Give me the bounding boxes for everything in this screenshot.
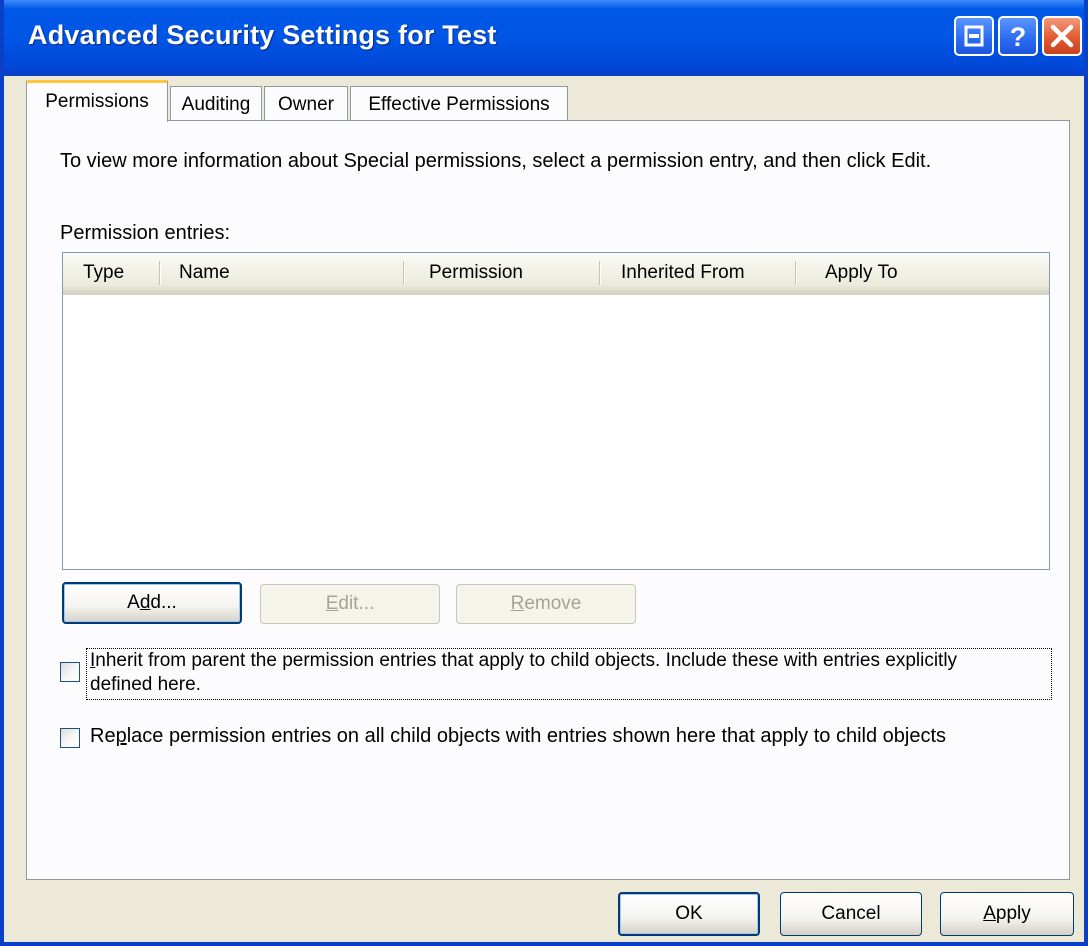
tab-permissions-label: Permissions	[45, 91, 149, 112]
edit-button-accel: E	[325, 593, 339, 614]
column-name[interactable]: Name	[179, 253, 230, 293]
column-divider[interactable]	[599, 261, 601, 285]
edit-button[interactable]: Edit...	[260, 584, 440, 624]
help-icon: ?	[1010, 22, 1027, 52]
column-type[interactable]: Type	[83, 253, 124, 293]
apply-accel: A	[983, 903, 996, 924]
tab-auditing-label: Auditing	[181, 94, 251, 115]
tab-owner-label: Owner	[278, 94, 334, 115]
svg-text:?: ?	[1010, 22, 1027, 52]
column-apply-to[interactable]: Apply To	[825, 253, 898, 293]
ok-button[interactable]: OK	[618, 892, 760, 936]
permission-entries-list[interactable]: Type Name Permission Inherited From Appl…	[62, 252, 1050, 570]
column-permission[interactable]: Permission	[429, 253, 523, 293]
replace-checkbox-label[interactable]: Replace permission entries on all child …	[90, 725, 946, 748]
dialog-window: Advanced Security Settings for Test ? Pe…	[0, 0, 1088, 946]
cancel-button[interactable]: Cancel	[780, 892, 922, 936]
remove-button-label-post: emove	[524, 593, 582, 614]
ok-button-label: OK	[675, 903, 703, 924]
permission-entries-label: Permission entries:	[60, 222, 231, 244]
inherit-line1-text: nherit from parent the permission entrie…	[95, 650, 958, 671]
column-divider[interactable]	[159, 261, 161, 285]
help-button[interactable]: ?	[998, 16, 1038, 56]
tab-owner[interactable]: Owner	[264, 86, 348, 122]
replace-pre: Re	[90, 725, 116, 747]
inherit-checkbox-label-line1[interactable]: Inherit from parent the permission entri…	[90, 650, 957, 672]
title-bar[interactable]: Advanced Security Settings for Test ?	[4, 0, 1084, 76]
tab-auditing[interactable]: Auditing	[170, 86, 262, 122]
remove-button-accel: R	[510, 593, 525, 614]
apply-button-label: pply	[995, 903, 1031, 924]
inherit-checkbox[interactable]	[60, 662, 80, 682]
close-button[interactable]	[1042, 16, 1082, 56]
replace-accel: p	[115, 725, 127, 747]
cancel-button-label: Cancel	[821, 903, 881, 924]
replace-checkbox[interactable]	[60, 728, 80, 748]
remove-button[interactable]: Remove	[456, 584, 636, 624]
apply-button[interactable]: Apply	[940, 892, 1074, 936]
tab-effective-permissions[interactable]: Effective Permissions	[350, 86, 568, 122]
add-button-accel: d	[139, 592, 151, 613]
tab-effective-permissions-label: Effective Permissions	[368, 94, 550, 115]
add-button-label-post: d...	[150, 592, 177, 613]
add-button[interactable]: Add...	[62, 582, 242, 624]
column-inherited-from[interactable]: Inherited From	[621, 253, 745, 293]
replace-post: lace permission entries on all child obj…	[126, 725, 947, 747]
edit-button-label-post: dit...	[338, 593, 375, 614]
context-help-button[interactable]	[954, 16, 994, 56]
add-button-label-pre: A	[127, 592, 140, 613]
column-divider[interactable]	[795, 261, 797, 285]
info-text: To view more information about Special p…	[60, 150, 932, 172]
list-header: Type Name Permission Inherited From Appl…	[63, 253, 1049, 295]
inherit-checkbox-label-line2[interactable]: defined here.	[90, 674, 201, 696]
window-title: Advanced Security Settings for Test	[28, 20, 497, 50]
column-divider[interactable]	[403, 261, 405, 285]
close-icon	[1050, 24, 1074, 48]
tab-permissions[interactable]: Permissions	[26, 80, 168, 122]
context-help-icon	[964, 25, 984, 47]
